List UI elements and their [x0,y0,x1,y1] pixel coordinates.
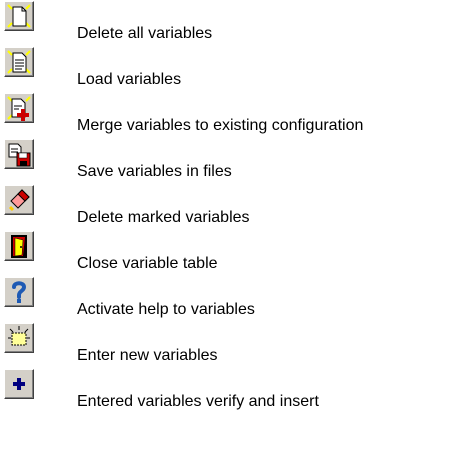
legend-label: Delete marked variables [77,209,250,226]
legend-row-verify-insert: Entered variables verify and insert [0,368,461,414]
legend-label: Enter new variables [77,347,218,364]
delete-all-icon [7,4,31,28]
legend-label: Save variables in files [77,163,232,180]
legend-label: Merge variables to existing configuratio… [77,117,364,134]
close-door-icon [11,235,27,258]
merge-variables-button[interactable] [4,93,34,123]
eraser-icon [8,189,30,212]
legend-label: Delete all variables [77,25,213,42]
load-variables-button[interactable] [4,47,34,77]
plus-icon [13,378,25,390]
new-variable-icon [8,326,30,346]
help-button[interactable] [4,277,34,307]
legend-row-delete-marked: Delete marked variables [0,184,461,230]
delete-all-button[interactable] [4,1,34,31]
legend-row-merge: Merge variables to existing configuratio… [0,92,461,138]
legend-row-close-table: Close variable table [0,230,461,276]
legend-row-save: Save variables in files [0,138,461,184]
save-variables-button[interactable] [4,139,34,169]
legend-label: Load variables [77,71,182,88]
legend-row-delete-all: Delete all variables [0,0,461,46]
new-variables-button[interactable] [4,323,34,353]
delete-marked-button[interactable] [4,185,34,215]
variable-toolbar-legend: Delete all variables Load variables Merg… [0,0,461,461]
legend-row-load: Load variables [0,46,461,92]
help-question-icon [12,281,27,303]
legend-label: Activate help to variables [77,301,255,318]
save-variables-icon [8,143,31,167]
verify-insert-button[interactable] [4,369,34,399]
legend-label: Entered variables verify and insert [77,393,319,410]
legend-row-help: Activate help to variables [0,276,461,322]
legend-row-new-variables: Enter new variables [0,322,461,368]
close-table-button[interactable] [4,231,34,261]
merge-variables-icon [7,96,31,121]
legend-label: Close variable table [77,255,218,272]
load-variables-icon [7,50,31,74]
